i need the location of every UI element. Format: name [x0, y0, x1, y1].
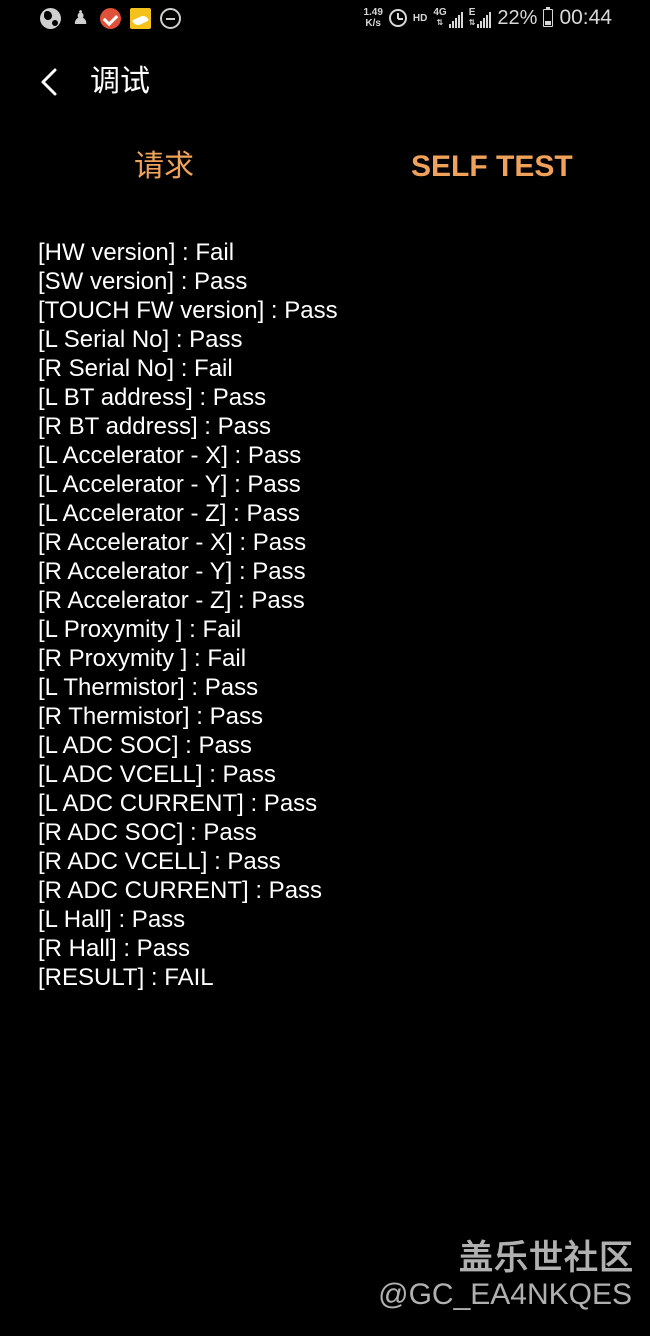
- result-row: [L Thermistor] : Pass: [38, 674, 259, 701]
- network-4g-label: 4G: [433, 7, 447, 18]
- result-row: [R Accelerator - X] : Pass: [38, 529, 307, 556]
- notification-icons: ♟: [40, 8, 181, 29]
- signal-bars-icon: [448, 12, 463, 28]
- clock: 00:44: [559, 6, 612, 29]
- result-summary: [RESULT] : FAIL: [38, 964, 214, 991]
- bird-app-icon: [130, 8, 151, 29]
- network-speed-value: 1.49: [363, 7, 383, 18]
- system-indicators: 1.49 K/s HD 4G ⇅ E ⇅ 22% 00:44: [363, 6, 612, 30]
- page-title: 调试: [90, 65, 150, 98]
- watermark-logo: 盖乐世社区: [459, 1239, 634, 1277]
- result-row: [R Thermistor] : Pass: [38, 703, 263, 730]
- result-row: [R ADC SOC] : Pass: [38, 819, 257, 846]
- result-row: [L Serial No] : Pass: [38, 326, 243, 353]
- result-row: [SW version] : Pass: [38, 268, 248, 295]
- walker-icon: ♟: [71, 8, 90, 29]
- result-row: [R ADC VCELL] : Pass: [38, 848, 281, 875]
- self-test-results: [HW version] : Fail [SW version] : Pass …: [38, 238, 338, 992]
- alarm-icon: [388, 9, 407, 27]
- signal-4g: 4G ⇅: [433, 7, 463, 28]
- result-row: [R BT address] : Pass: [38, 413, 271, 440]
- signal-bars-icon: [477, 12, 492, 28]
- back-button[interactable]: [32, 64, 66, 100]
- result-row: [L ADC CURRENT] : Pass: [38, 790, 318, 817]
- data-arrows-icon: ⇅: [436, 18, 444, 27]
- globe-icon: [40, 8, 61, 29]
- result-row: [HW version] : Fail: [38, 239, 235, 266]
- hd-label: HD: [412, 12, 428, 24]
- result-row: [R Accelerator - Y] : Pass: [38, 558, 306, 585]
- result-row: [R Hall] : Pass: [38, 935, 191, 962]
- result-row: [L ADC SOC] : Pass: [38, 732, 252, 759]
- result-row: [TOUCH FW version] : Pass: [38, 297, 338, 324]
- status-bar: ♟ 1.49 K/s HD 4G ⇅ E ⇅ 22% 00:44: [0, 0, 650, 40]
- result-row: [R Serial No] : Fail: [38, 355, 233, 382]
- result-row: [L Hall] : Pass: [38, 906, 186, 933]
- network-speed-unit: K/s: [365, 18, 381, 29]
- do-not-disturb-icon: [160, 8, 181, 29]
- check-app-icon: [100, 8, 121, 29]
- result-row: [L Proxymity ] : Fail: [38, 616, 242, 643]
- result-row: [L Accelerator - Y] : Pass: [38, 471, 301, 498]
- chevron-left-icon: [41, 68, 57, 96]
- result-row: [L Accelerator - Z] : Pass: [38, 500, 300, 527]
- result-row: [R ADC CURRENT] : Pass: [38, 877, 323, 904]
- signal-e: E ⇅: [469, 8, 492, 28]
- result-row: [R Proxymity ] : Fail: [38, 645, 247, 672]
- result-row: [L ADC VCELL] : Pass: [38, 761, 276, 788]
- battery-icon: [543, 7, 554, 27]
- tab-self-test[interactable]: SELF TEST: [411, 148, 573, 186]
- battery-percent: 22%: [497, 6, 538, 29]
- network-e-label: E: [468, 7, 476, 18]
- result-row: [L BT address] : Pass: [38, 384, 267, 411]
- tab-request[interactable]: 请求: [134, 148, 194, 186]
- data-arrows-icon: ⇅: [468, 18, 476, 27]
- watermark-username: @GC_EA4NKQES: [378, 1278, 632, 1311]
- network-speed: 1.49 K/s: [363, 7, 382, 29]
- result-row: [R Accelerator - Z] : Pass: [38, 587, 305, 614]
- result-row: [L Accelerator - X] : Pass: [38, 442, 302, 469]
